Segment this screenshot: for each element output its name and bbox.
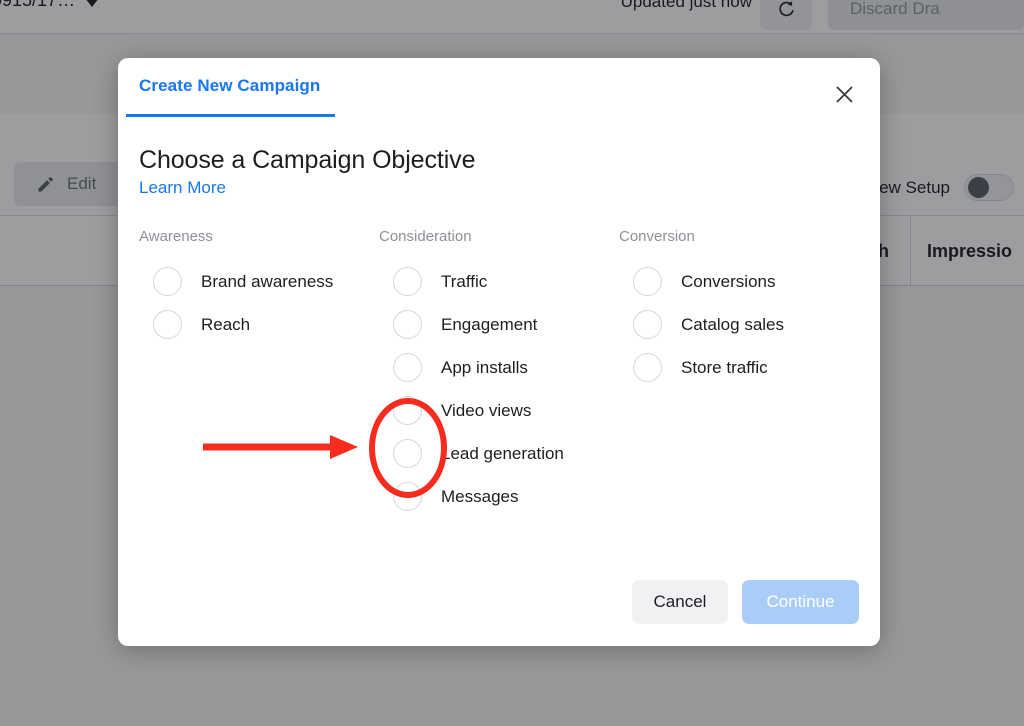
option-label-lead-generation: Lead generation: [441, 443, 564, 463]
option-app-installs[interactable]: App installs: [379, 346, 619, 389]
option-label-reach: Reach: [201, 314, 251, 334]
option-label-engagement: Engagement: [441, 314, 538, 334]
radio-brand-awareness[interactable]: [153, 267, 182, 296]
modal-tab-bar: Create New Campaign: [118, 58, 880, 117]
option-reach[interactable]: Reach: [139, 303, 379, 346]
close-icon: [836, 86, 852, 102]
option-label-video-views: Video views: [441, 400, 532, 420]
option-label-app-installs: App installs: [441, 357, 528, 377]
radio-lead-generation[interactable]: [393, 439, 422, 468]
continue-button[interactable]: Continue: [742, 580, 859, 624]
objective-column-conversion: Conversion Conversions Catalog sales Sto…: [619, 228, 859, 518]
objective-column-consideration: Consideration Traffic Engagement App ins…: [379, 228, 619, 518]
objective-column-awareness: Awareness Brand awareness Reach: [139, 228, 379, 518]
radio-reach[interactable]: [153, 310, 182, 339]
tab-active-underline: [126, 114, 335, 117]
radio-store-traffic[interactable]: [633, 353, 662, 382]
learn-more-link[interactable]: Learn More: [139, 178, 226, 198]
radio-engagement[interactable]: [393, 310, 422, 339]
column-header-conversion: Conversion: [619, 228, 695, 245]
page-title: Choose a Campaign Objective: [139, 146, 476, 174]
objective-grid: Awareness Brand awareness Reach Consider…: [139, 228, 869, 518]
option-label-brand-awareness: Brand awareness: [201, 271, 334, 291]
create-campaign-modal: Create New Campaign Choose a Campaign Ob…: [118, 58, 880, 646]
close-button[interactable]: [824, 74, 864, 114]
option-label-store-traffic: Store traffic: [681, 357, 768, 377]
radio-traffic[interactable]: [393, 267, 422, 296]
radio-catalog-sales[interactable]: [633, 310, 662, 339]
option-engagement[interactable]: Engagement: [379, 303, 619, 346]
option-traffic[interactable]: Traffic: [379, 260, 619, 303]
option-label-conversions: Conversions: [681, 271, 776, 291]
option-brand-awareness[interactable]: Brand awareness: [139, 260, 379, 303]
radio-conversions[interactable]: [633, 267, 662, 296]
option-store-traffic[interactable]: Store traffic: [619, 346, 859, 389]
option-conversions[interactable]: Conversions: [619, 260, 859, 303]
modal-footer: Cancel Continue: [632, 580, 859, 624]
radio-video-views[interactable]: [393, 396, 422, 425]
option-catalog-sales[interactable]: Catalog sales: [619, 303, 859, 346]
option-video-views[interactable]: Video views: [379, 389, 619, 432]
option-messages[interactable]: Messages: [379, 475, 619, 518]
option-label-traffic: Traffic: [441, 271, 488, 291]
tab-create-new-campaign[interactable]: Create New Campaign: [139, 76, 320, 96]
option-label-catalog-sales: Catalog sales: [681, 314, 785, 334]
column-header-awareness: Awareness: [139, 228, 213, 245]
option-label-messages: Messages: [441, 486, 519, 506]
radio-app-installs[interactable]: [393, 353, 422, 382]
column-header-consideration: Consideration: [379, 228, 472, 245]
radio-messages[interactable]: [393, 482, 422, 511]
option-lead-generation[interactable]: Lead generation: [379, 432, 619, 475]
cancel-button[interactable]: Cancel: [632, 580, 728, 624]
